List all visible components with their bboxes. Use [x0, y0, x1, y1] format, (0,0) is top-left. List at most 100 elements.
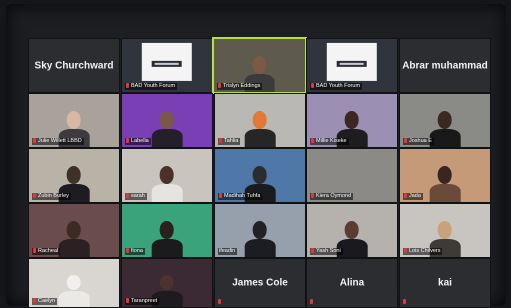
participant-label: fiona: [125, 248, 145, 255]
tile-kiera-oymond[interactable]: Kiera Oymond: [306, 148, 398, 203]
participant-label: Kiera Oymond: [310, 193, 354, 200]
participant-name: James Cole: [232, 277, 288, 289]
tile-fiona[interactable]: fiona: [121, 203, 213, 258]
participant-name: Kiera Oymond: [316, 193, 352, 199]
participant-label: Millie Kiseke: [310, 138, 349, 145]
muted-mic-icon: [310, 299, 313, 304]
muted-mic-icon: [218, 299, 221, 304]
tile-yash-soni[interactable]: Yash Soni: [306, 203, 398, 258]
tile-sarah[interactable]: sarah: [121, 148, 213, 203]
participant-video: [58, 219, 90, 257]
tile-tahlia[interactable]: Tahlia: [214, 93, 306, 148]
participant-name: Joshua E: [409, 138, 432, 144]
tile-joshua-e[interactable]: Joshua E: [399, 93, 491, 148]
tile-zubin-burley[interactable]: Zubin Burley: [28, 148, 120, 203]
tile-james-cole[interactable]: James Cole: [214, 258, 306, 308]
muted-mic-icon: [404, 193, 407, 198]
tile-trislyn-eddings-active-speaker[interactable]: Trislyn Eddings: [212, 37, 307, 94]
youth-forum-logo-card: [141, 43, 193, 82]
forum-logo-icon: [151, 60, 183, 67]
participant-video: [429, 109, 461, 147]
participant-name: Abrar muhammad: [402, 60, 488, 71]
participant-name: Yash Soni: [316, 248, 341, 254]
participant-video: [244, 219, 276, 257]
tile-lois-chilvers[interactable]: Lois Chilvers: [399, 203, 491, 258]
participant-label: Caelyn: [32, 298, 58, 305]
participant-name: Racheal: [38, 248, 59, 254]
participant-label: Yash Soni: [310, 248, 343, 255]
participant-name: ifeadin: [219, 248, 236, 254]
tile-ifeadin[interactable]: ifeadin: [214, 203, 306, 258]
participant-name: Alina: [339, 277, 365, 289]
muted-mic-icon: [126, 248, 129, 253]
muted-mic-icon: [33, 248, 36, 253]
muted-mic-icon: [33, 138, 36, 143]
tile-alina[interactable]: Alina: [306, 258, 398, 308]
participant-video: [429, 164, 461, 202]
muted-mic-icon: [126, 138, 129, 143]
participant-name: kai: [438, 277, 452, 289]
participant-label: BAD Youth Forum: [125, 83, 178, 90]
tile-madihah-tuhfa[interactable]: Madihah Tuhfa: [214, 148, 306, 203]
participant-name: sarah: [131, 193, 145, 199]
muted-mic-icon: [33, 298, 36, 303]
muted-mic-icon: [126, 298, 129, 303]
participant-name: Taranpreet: [131, 298, 158, 304]
participant-label: Trislyn Eddings: [217, 83, 263, 90]
tile-taranpreet[interactable]: Taranpreet: [121, 258, 213, 308]
youth-forum-logo-card: [326, 43, 378, 82]
tile-racheal[interactable]: Racheal: [28, 203, 120, 258]
participant-name: Labella: [131, 138, 149, 144]
muted-mic-icon: [311, 138, 314, 143]
participant-video: [244, 109, 276, 147]
participant-name: Millie Kiseke: [316, 138, 347, 144]
participant-label: Lois Chilvers: [403, 248, 443, 255]
participant-name: Julie Willett LBBD: [38, 138, 82, 144]
participant-label: Jada: [403, 193, 423, 200]
participant-label: Zubin Burley: [32, 193, 71, 200]
participant-label: Taranpreet: [125, 298, 160, 305]
muted-mic-icon: [219, 193, 222, 198]
tile-sky-churchward[interactable]: Sky Churchward: [28, 38, 120, 93]
participant-label: Madihah Tuhfa: [218, 193, 263, 200]
tile-abrar-muhammad[interactable]: Abrar muhammad: [399, 38, 491, 93]
muted-mic-icon: [404, 248, 407, 253]
participant-name: Caelyn: [38, 298, 56, 304]
participant-label: Tahlia: [218, 138, 241, 145]
participant-name: Zubin Burley: [38, 193, 69, 199]
participant-video: [58, 272, 90, 307]
tile-caelyn[interactable]: Caelyn: [28, 258, 120, 308]
participant-label: sarah: [125, 193, 147, 200]
participant-name: BAD Youth Forum: [131, 83, 176, 89]
muted-mic-icon: [126, 193, 129, 198]
participant-name: Lois Chilvers: [409, 248, 441, 254]
participant-name: Trislyn Eddings: [223, 83, 261, 89]
muted-mic-icon: [33, 193, 36, 198]
muted-mic-icon: [219, 138, 222, 143]
participant-name: Madihah Tuhfa: [224, 193, 261, 199]
participant-video: [151, 164, 183, 202]
participant-name: Tahlia: [224, 138, 239, 144]
tile-kai[interactable]: kai: [399, 258, 491, 308]
tile-labella[interactable]: Labella: [121, 93, 213, 148]
tile-julie-willett[interactable]: Julie Willett LBBD: [28, 93, 120, 148]
muted-mic-icon: [126, 83, 129, 88]
participant-video: [151, 219, 183, 257]
forum-logo-icon: [336, 60, 368, 67]
participant-label: Racheal: [32, 248, 61, 255]
muted-mic-icon: [403, 299, 406, 304]
muted-mic-icon: [218, 83, 221, 88]
participant-label: Labella: [125, 138, 151, 145]
tile-millie-kiseke[interactable]: Millie Kiseke: [306, 93, 398, 148]
tile-jada[interactable]: Jada: [399, 148, 491, 203]
participant-name: fiona: [131, 248, 143, 254]
participant-video: [151, 109, 183, 147]
participant-name: Sky Churchward: [34, 60, 114, 71]
tile-bad-youth-forum-2[interactable]: BAD Youth Forum: [306, 38, 398, 93]
muted-mic-icon: [311, 83, 314, 88]
participant-label: Joshua E: [403, 138, 434, 145]
participant-name: Jada: [409, 193, 421, 199]
participant-label: Julie Willett LBBD: [32, 138, 84, 145]
muted-mic-icon: [404, 138, 407, 143]
tile-bad-youth-forum-1[interactable]: BAD Youth Forum: [121, 38, 213, 93]
